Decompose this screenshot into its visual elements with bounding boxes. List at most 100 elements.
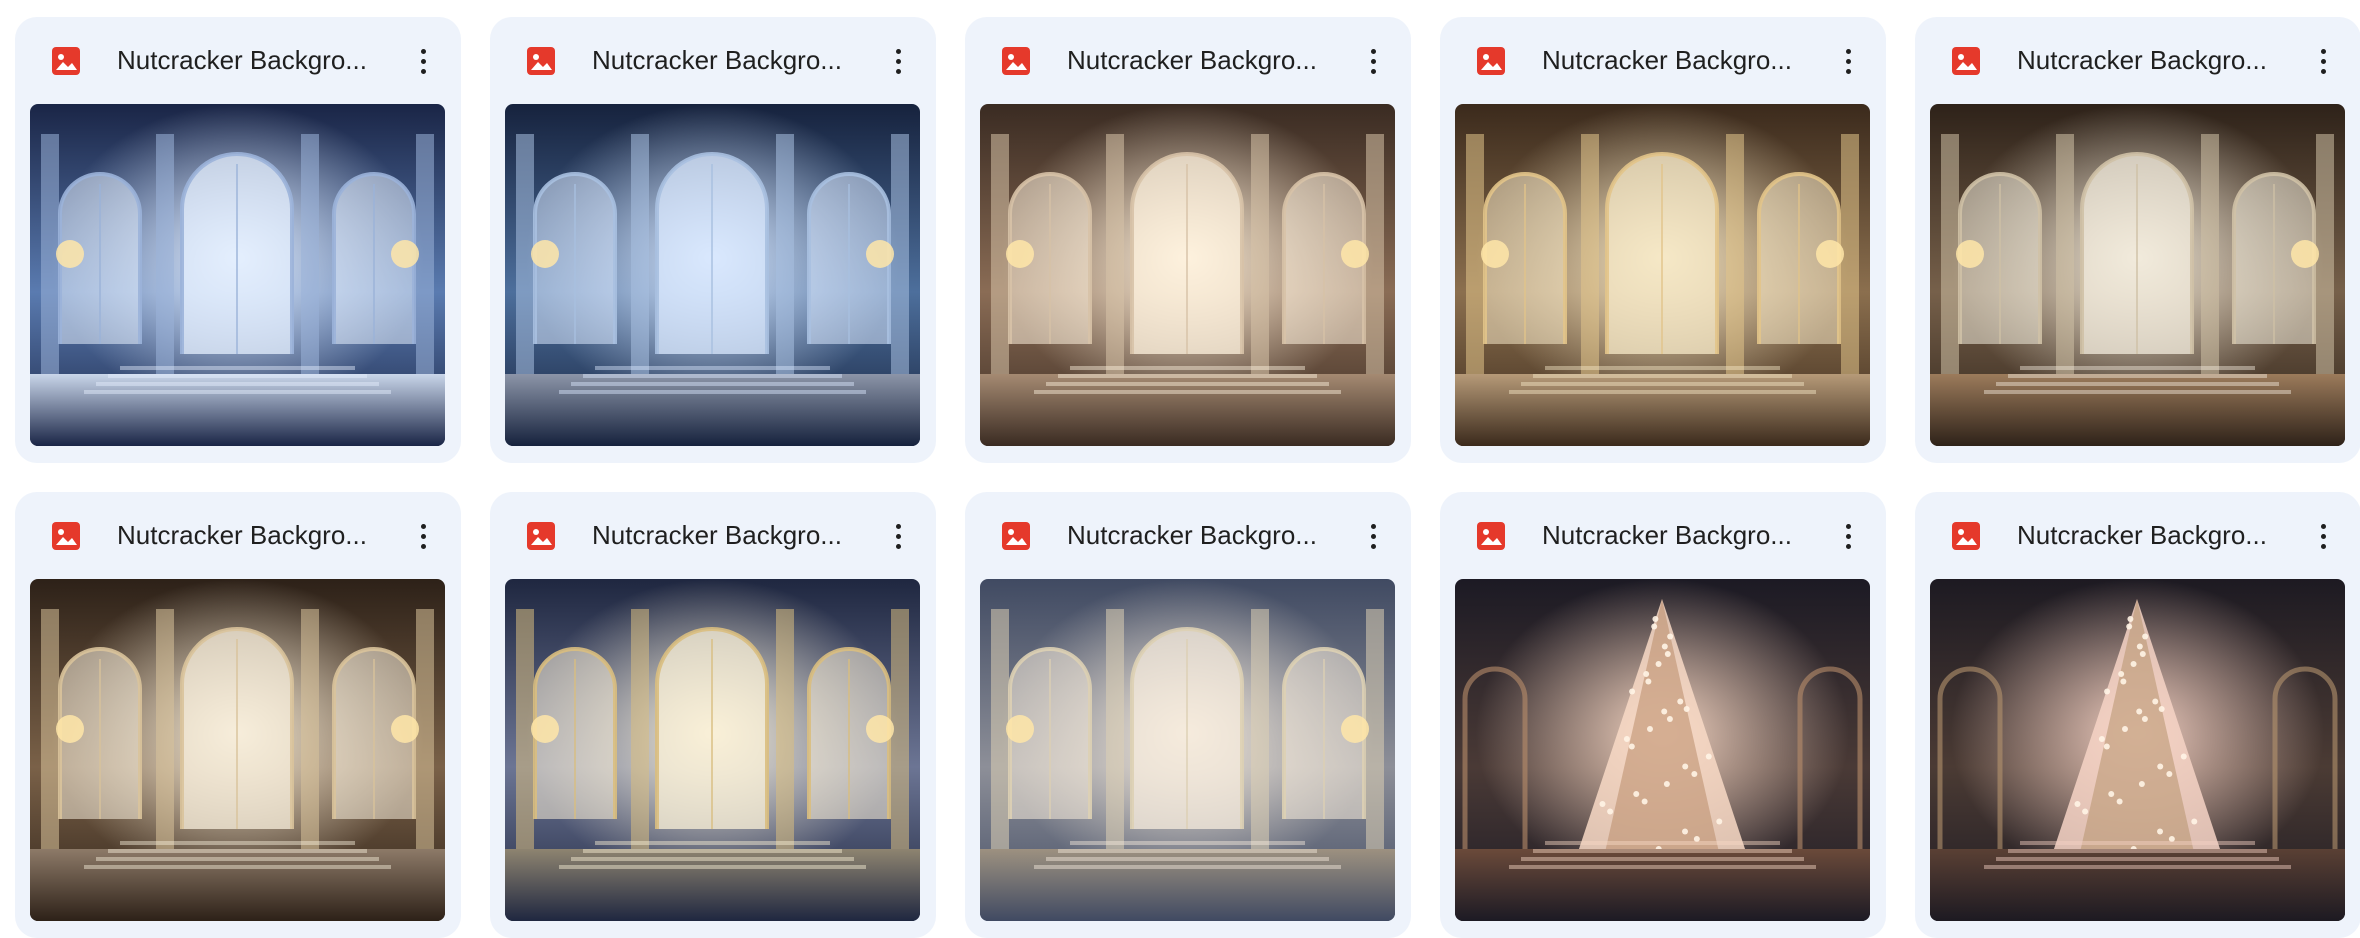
file-card[interactable]: Nutcracker Backgro... [15, 17, 461, 463]
file-card[interactable]: Nutcracker Backgro... [1440, 17, 1886, 463]
more-options-button[interactable] [874, 512, 922, 560]
image-file-icon [1476, 46, 1506, 76]
file-name[interactable]: Nutcracker Backgro... [2017, 41, 2287, 79]
thumbnail-image [30, 579, 445, 921]
file-thumbnail[interactable] [30, 579, 445, 921]
file-name[interactable]: Nutcracker Backgro... [117, 41, 387, 79]
dot [895, 543, 901, 549]
file-name[interactable]: Nutcracker Backgro... [592, 41, 862, 79]
thumbnail-image [980, 579, 1395, 921]
thumbnail-image [1455, 104, 1870, 446]
dot [1845, 543, 1851, 549]
dot [420, 48, 426, 54]
thumbnail-image [30, 104, 445, 446]
file-thumbnail[interactable] [980, 104, 1395, 446]
file-thumbnail[interactable] [505, 104, 920, 446]
dot [2320, 68, 2326, 74]
file-thumbnail[interactable] [1930, 579, 2345, 921]
dot [1370, 58, 1376, 64]
file-card[interactable]: Nutcracker Backgro... [965, 492, 1411, 938]
dot [2320, 58, 2326, 64]
dot [2320, 48, 2326, 54]
image-file-icon [51, 46, 81, 76]
file-name[interactable]: Nutcracker Backgro... [1067, 41, 1337, 79]
dot [1370, 48, 1376, 54]
dot [1370, 68, 1376, 74]
file-card[interactable]: Nutcracker Backgro... [490, 492, 936, 938]
dot [1845, 58, 1851, 64]
dot [1845, 523, 1851, 529]
file-card-header: Nutcracker Backgro... [1440, 17, 1886, 103]
dot [1370, 533, 1376, 539]
file-name[interactable]: Nutcracker Backgro... [1067, 516, 1337, 554]
file-thumbnail[interactable] [1455, 104, 1870, 446]
more-options-button[interactable] [1349, 37, 1397, 85]
file-card-header: Nutcracker Backgro... [15, 492, 461, 578]
dot [1845, 533, 1851, 539]
image-file-icon [51, 521, 81, 551]
file-card[interactable]: Nutcracker Backgro... [1440, 492, 1886, 938]
file-thumbnail[interactable] [980, 579, 1395, 921]
thumbnail-image [505, 579, 920, 921]
image-file-icon [526, 521, 556, 551]
more-options-button[interactable] [1349, 512, 1397, 560]
file-name[interactable]: Nutcracker Backgro... [592, 516, 862, 554]
file-card-header: Nutcracker Backgro... [1440, 492, 1886, 578]
file-name[interactable]: Nutcracker Backgro... [1542, 41, 1812, 79]
image-file-icon [1001, 46, 1031, 76]
image-file-icon [1951, 46, 1981, 76]
dot [1370, 523, 1376, 529]
dot [1845, 48, 1851, 54]
file-card-header: Nutcracker Backgro... [490, 17, 936, 103]
file-name[interactable]: Nutcracker Backgro... [1542, 516, 1812, 554]
file-name[interactable]: Nutcracker Backgro... [2017, 516, 2287, 554]
more-options-button[interactable] [1824, 512, 1872, 560]
file-card-header: Nutcracker Backgro... [490, 492, 936, 578]
file-card-header: Nutcracker Backgro... [15, 17, 461, 103]
image-file-icon [1001, 521, 1031, 551]
image-file-icon [1951, 521, 1981, 551]
dot [2320, 543, 2326, 549]
dot [895, 523, 901, 529]
dot [420, 68, 426, 74]
dot [895, 68, 901, 74]
file-grid: Nutcracker Backgro... Nutcracker Backgro.… [15, 17, 2360, 938]
dot [895, 48, 901, 54]
dot [420, 543, 426, 549]
file-card-header: Nutcracker Backgro... [1915, 492, 2360, 578]
file-card[interactable]: Nutcracker Backgro... [1915, 492, 2360, 938]
more-options-button[interactable] [399, 512, 447, 560]
dot [2320, 533, 2326, 539]
dot [420, 533, 426, 539]
thumbnail-image [980, 104, 1395, 446]
file-card-header: Nutcracker Backgro... [1915, 17, 2360, 103]
dot [2320, 523, 2326, 529]
image-file-icon [526, 46, 556, 76]
dot [895, 58, 901, 64]
file-card[interactable]: Nutcracker Backgro... [1915, 17, 2360, 463]
thumbnail-image [505, 104, 920, 446]
dot [1845, 68, 1851, 74]
image-file-icon [1476, 521, 1506, 551]
thumbnail-image [1930, 104, 2345, 446]
file-name[interactable]: Nutcracker Backgro... [117, 516, 387, 554]
file-card[interactable]: Nutcracker Backgro... [965, 17, 1411, 463]
file-card-header: Nutcracker Backgro... [965, 492, 1411, 578]
more-options-button[interactable] [399, 37, 447, 85]
more-options-button[interactable] [2299, 37, 2347, 85]
thumbnail-image [1455, 579, 1870, 921]
file-card[interactable]: Nutcracker Backgro... [15, 492, 461, 938]
file-card[interactable]: Nutcracker Backgro... [490, 17, 936, 463]
file-thumbnail[interactable] [1930, 104, 2345, 446]
file-thumbnail[interactable] [30, 104, 445, 446]
thumbnail-image [1930, 579, 2345, 921]
file-thumbnail[interactable] [505, 579, 920, 921]
dot [1370, 543, 1376, 549]
file-card-header: Nutcracker Backgro... [965, 17, 1411, 103]
dot [895, 533, 901, 539]
more-options-button[interactable] [1824, 37, 1872, 85]
dot [420, 523, 426, 529]
more-options-button[interactable] [874, 37, 922, 85]
more-options-button[interactable] [2299, 512, 2347, 560]
file-thumbnail[interactable] [1455, 579, 1870, 921]
